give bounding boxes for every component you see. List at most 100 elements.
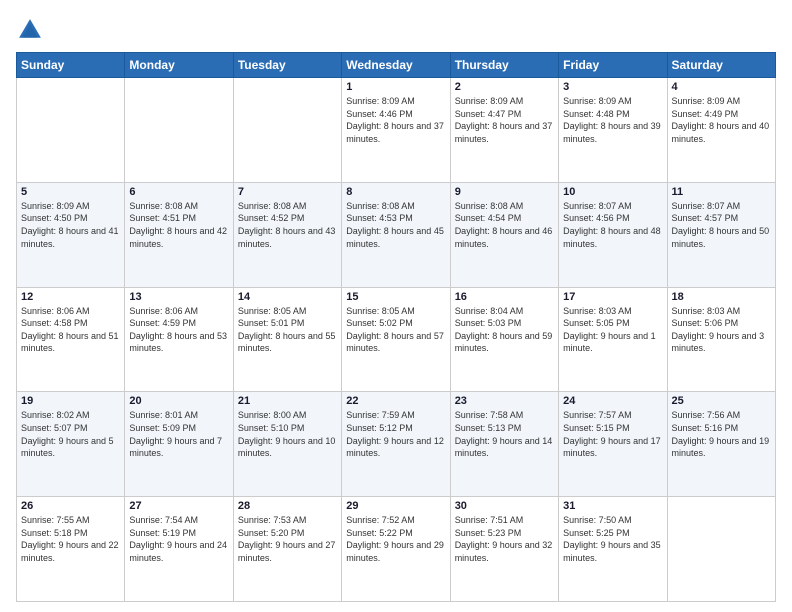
calendar-week-row: 26 Sunrise: 7:55 AMSunset: 5:18 PMDaylig… xyxy=(17,497,776,602)
calendar-day-cell: 29 Sunrise: 7:52 AMSunset: 5:22 PMDaylig… xyxy=(342,497,450,602)
calendar-day-cell: 20 Sunrise: 8:01 AMSunset: 5:09 PMDaylig… xyxy=(125,392,233,497)
day-info: Sunrise: 8:08 AMSunset: 4:53 PMDaylight:… xyxy=(346,201,444,249)
calendar-day-cell: 30 Sunrise: 7:51 AMSunset: 5:23 PMDaylig… xyxy=(450,497,558,602)
calendar-day-cell: 27 Sunrise: 7:54 AMSunset: 5:19 PMDaylig… xyxy=(125,497,233,602)
day-info: Sunrise: 7:56 AMSunset: 5:16 PMDaylight:… xyxy=(672,410,770,458)
day-info: Sunrise: 8:01 AMSunset: 5:09 PMDaylight:… xyxy=(129,410,222,458)
day-info: Sunrise: 7:57 AMSunset: 5:15 PMDaylight:… xyxy=(563,410,661,458)
day-info: Sunrise: 8:08 AMSunset: 4:54 PMDaylight:… xyxy=(455,201,553,249)
calendar-week-row: 19 Sunrise: 8:02 AMSunset: 5:07 PMDaylig… xyxy=(17,392,776,497)
calendar-day-cell: 26 Sunrise: 7:55 AMSunset: 5:18 PMDaylig… xyxy=(17,497,125,602)
day-of-week-header: Sunday xyxy=(17,53,125,78)
calendar-week-row: 1 Sunrise: 8:09 AMSunset: 4:46 PMDayligh… xyxy=(17,78,776,183)
calendar-day-cell: 4 Sunrise: 8:09 AMSunset: 4:49 PMDayligh… xyxy=(667,78,775,183)
day-of-week-header: Wednesday xyxy=(342,53,450,78)
calendar-day-cell: 28 Sunrise: 7:53 AMSunset: 5:20 PMDaylig… xyxy=(233,497,341,602)
day-info: Sunrise: 8:09 AMSunset: 4:46 PMDaylight:… xyxy=(346,96,444,144)
day-number: 26 xyxy=(21,500,120,512)
day-number: 18 xyxy=(672,291,771,303)
day-number: 15 xyxy=(346,291,445,303)
day-info: Sunrise: 8:05 AMSunset: 5:02 PMDaylight:… xyxy=(346,306,444,354)
day-number: 27 xyxy=(129,500,228,512)
day-number: 1 xyxy=(346,81,445,93)
day-number: 31 xyxy=(563,500,662,512)
day-number: 17 xyxy=(563,291,662,303)
day-info: Sunrise: 7:59 AMSunset: 5:12 PMDaylight:… xyxy=(346,410,444,458)
day-number: 16 xyxy=(455,291,554,303)
day-number: 6 xyxy=(129,186,228,198)
day-number: 10 xyxy=(563,186,662,198)
day-number: 29 xyxy=(346,500,445,512)
day-info: Sunrise: 8:07 AMSunset: 4:56 PMDaylight:… xyxy=(563,201,661,249)
day-info: Sunrise: 8:06 AMSunset: 4:58 PMDaylight:… xyxy=(21,306,119,354)
day-of-week-header: Saturday xyxy=(667,53,775,78)
day-number: 19 xyxy=(21,395,120,407)
day-number: 13 xyxy=(129,291,228,303)
day-info: Sunrise: 8:09 AMSunset: 4:50 PMDaylight:… xyxy=(21,201,119,249)
day-of-week-header: Monday xyxy=(125,53,233,78)
day-number: 4 xyxy=(672,81,771,93)
calendar-day-cell: 7 Sunrise: 8:08 AMSunset: 4:52 PMDayligh… xyxy=(233,182,341,287)
day-number: 5 xyxy=(21,186,120,198)
day-number: 14 xyxy=(238,291,337,303)
logo xyxy=(16,16,48,44)
day-info: Sunrise: 8:00 AMSunset: 5:10 PMDaylight:… xyxy=(238,410,336,458)
day-number: 7 xyxy=(238,186,337,198)
header xyxy=(16,16,776,44)
day-info: Sunrise: 8:07 AMSunset: 4:57 PMDaylight:… xyxy=(672,201,770,249)
day-info: Sunrise: 8:08 AMSunset: 4:51 PMDaylight:… xyxy=(129,201,227,249)
day-number: 25 xyxy=(672,395,771,407)
day-number: 11 xyxy=(672,186,771,198)
day-number: 23 xyxy=(455,395,554,407)
calendar-day-cell: 15 Sunrise: 8:05 AMSunset: 5:02 PMDaylig… xyxy=(342,287,450,392)
day-info: Sunrise: 8:09 AMSunset: 4:48 PMDaylight:… xyxy=(563,96,661,144)
calendar-day-cell: 17 Sunrise: 8:03 AMSunset: 5:05 PMDaylig… xyxy=(559,287,667,392)
calendar-day-cell: 18 Sunrise: 8:03 AMSunset: 5:06 PMDaylig… xyxy=(667,287,775,392)
day-of-week-header: Tuesday xyxy=(233,53,341,78)
day-number: 28 xyxy=(238,500,337,512)
day-number: 20 xyxy=(129,395,228,407)
day-number: 12 xyxy=(21,291,120,303)
calendar-header-row: SundayMondayTuesdayWednesdayThursdayFrid… xyxy=(17,53,776,78)
calendar-day-cell: 9 Sunrise: 8:08 AMSunset: 4:54 PMDayligh… xyxy=(450,182,558,287)
day-number: 30 xyxy=(455,500,554,512)
calendar-week-row: 5 Sunrise: 8:09 AMSunset: 4:50 PMDayligh… xyxy=(17,182,776,287)
day-of-week-header: Thursday xyxy=(450,53,558,78)
calendar-day-cell: 22 Sunrise: 7:59 AMSunset: 5:12 PMDaylig… xyxy=(342,392,450,497)
calendar-day-cell: 14 Sunrise: 8:05 AMSunset: 5:01 PMDaylig… xyxy=(233,287,341,392)
day-number: 9 xyxy=(455,186,554,198)
calendar-day-cell: 11 Sunrise: 8:07 AMSunset: 4:57 PMDaylig… xyxy=(667,182,775,287)
calendar-day-cell: 5 Sunrise: 8:09 AMSunset: 4:50 PMDayligh… xyxy=(17,182,125,287)
day-info: Sunrise: 8:06 AMSunset: 4:59 PMDaylight:… xyxy=(129,306,227,354)
calendar-day-cell: 1 Sunrise: 8:09 AMSunset: 4:46 PMDayligh… xyxy=(342,78,450,183)
day-of-week-header: Friday xyxy=(559,53,667,78)
calendar-day-cell: 24 Sunrise: 7:57 AMSunset: 5:15 PMDaylig… xyxy=(559,392,667,497)
day-number: 3 xyxy=(563,81,662,93)
day-info: Sunrise: 8:04 AMSunset: 5:03 PMDaylight:… xyxy=(455,306,553,354)
day-number: 22 xyxy=(346,395,445,407)
day-info: Sunrise: 7:51 AMSunset: 5:23 PMDaylight:… xyxy=(455,515,553,563)
calendar-day-cell: 6 Sunrise: 8:08 AMSunset: 4:51 PMDayligh… xyxy=(125,182,233,287)
logo-icon xyxy=(16,16,44,44)
calendar-day-cell: 19 Sunrise: 8:02 AMSunset: 5:07 PMDaylig… xyxy=(17,392,125,497)
calendar-day-cell xyxy=(125,78,233,183)
day-info: Sunrise: 8:08 AMSunset: 4:52 PMDaylight:… xyxy=(238,201,336,249)
day-number: 2 xyxy=(455,81,554,93)
day-number: 21 xyxy=(238,395,337,407)
calendar-day-cell xyxy=(233,78,341,183)
calendar-day-cell: 8 Sunrise: 8:08 AMSunset: 4:53 PMDayligh… xyxy=(342,182,450,287)
calendar-day-cell: 16 Sunrise: 8:04 AMSunset: 5:03 PMDaylig… xyxy=(450,287,558,392)
day-number: 24 xyxy=(563,395,662,407)
day-info: Sunrise: 7:54 AMSunset: 5:19 PMDaylight:… xyxy=(129,515,227,563)
day-info: Sunrise: 8:02 AMSunset: 5:07 PMDaylight:… xyxy=(21,410,114,458)
calendar-day-cell: 25 Sunrise: 7:56 AMSunset: 5:16 PMDaylig… xyxy=(667,392,775,497)
day-info: Sunrise: 8:09 AMSunset: 4:49 PMDaylight:… xyxy=(672,96,770,144)
day-info: Sunrise: 8:03 AMSunset: 5:06 PMDaylight:… xyxy=(672,306,765,354)
day-info: Sunrise: 8:03 AMSunset: 5:05 PMDaylight:… xyxy=(563,306,656,354)
day-info: Sunrise: 7:50 AMSunset: 5:25 PMDaylight:… xyxy=(563,515,661,563)
calendar-day-cell xyxy=(667,497,775,602)
calendar-week-row: 12 Sunrise: 8:06 AMSunset: 4:58 PMDaylig… xyxy=(17,287,776,392)
calendar-day-cell xyxy=(17,78,125,183)
day-info: Sunrise: 7:52 AMSunset: 5:22 PMDaylight:… xyxy=(346,515,444,563)
day-info: Sunrise: 7:58 AMSunset: 5:13 PMDaylight:… xyxy=(455,410,553,458)
